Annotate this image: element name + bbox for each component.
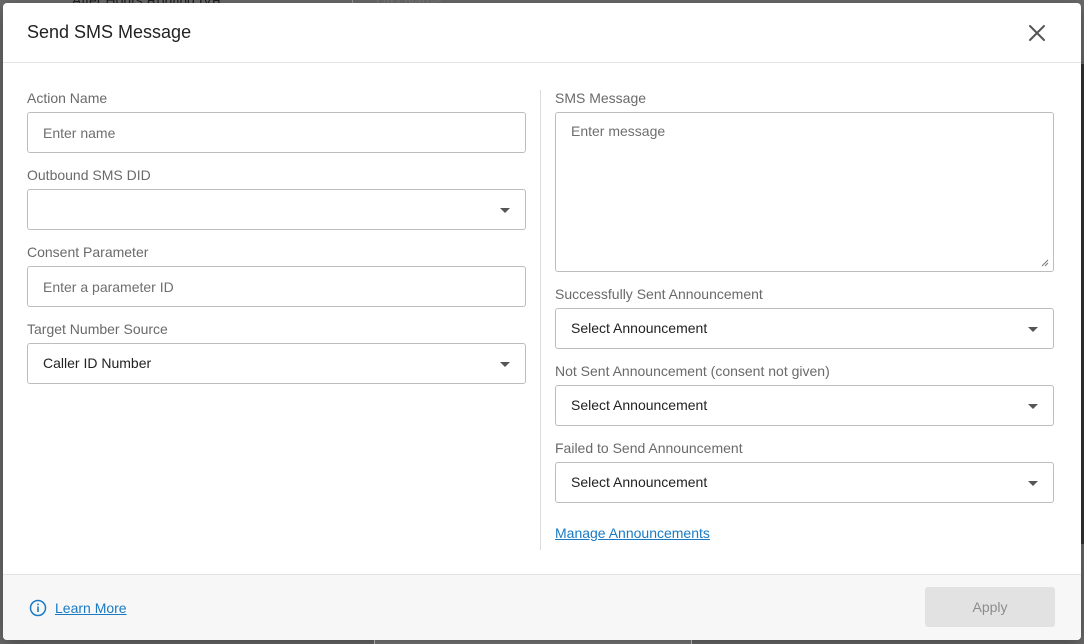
caret-down-icon	[1028, 404, 1038, 409]
caret-down-icon	[500, 208, 510, 213]
sms-message-wrap	[555, 112, 1054, 272]
not-sent-announcement-label: Not Sent Announcement (consent not given…	[555, 363, 830, 379]
dialog-title: Send SMS Message	[27, 22, 192, 42]
manage-announcements-link[interactable]: Manage Announcements	[555, 525, 710, 541]
not-sent-announcement-select[interactable]: Select Announcement	[555, 385, 1054, 426]
sms-message-label: SMS Message	[555, 90, 647, 106]
not-sent-announcement-group: Not Sent Announcement (consent not given…	[555, 361, 1055, 426]
caret-down-icon	[1028, 481, 1038, 486]
resize-handle-icon[interactable]	[1039, 257, 1049, 267]
consent-param-label: Consent Parameter	[27, 244, 149, 260]
not-sent-announcement-value: Select Announcement	[571, 397, 708, 413]
outbound-did-label: Outbound SMS DID	[27, 167, 151, 183]
close-button[interactable]	[1025, 21, 1049, 45]
column-divider	[540, 90, 541, 550]
info-icon	[29, 599, 47, 617]
target-source-group: Target Number Source Caller ID Number	[27, 319, 527, 384]
left-column: Action Name Outbound SMS DID Consent Par…	[27, 88, 527, 396]
sent-announcement-select[interactable]: Select Announcement	[555, 308, 1054, 349]
right-column: SMS Message Successfully Sent Announceme…	[555, 88, 1055, 543]
target-source-select[interactable]: Caller ID Number	[27, 343, 526, 384]
caret-down-icon	[500, 362, 510, 367]
sms-message-textarea[interactable]	[556, 113, 1053, 271]
sent-announcement-value: Select Announcement	[571, 320, 708, 336]
target-source-value: Caller ID Number	[43, 355, 152, 371]
failed-announcement-label: Failed to Send Announcement	[555, 440, 743, 456]
apply-button[interactable]: Apply	[925, 587, 1055, 627]
sms-message-group: SMS Message	[555, 88, 1055, 272]
caret-down-icon	[1028, 327, 1038, 332]
send-sms-dialog: Send SMS Message Action Name Outbound SM…	[3, 3, 1081, 640]
consent-param-input[interactable]	[27, 266, 526, 307]
sent-announcement-label: Successfully Sent Announcement	[555, 286, 763, 302]
outbound-did-group: Outbound SMS DID	[27, 165, 527, 230]
action-name-input[interactable]	[27, 112, 526, 153]
dialog-body: Action Name Outbound SMS DID Consent Par…	[3, 64, 1081, 575]
failed-announcement-value: Select Announcement	[571, 474, 708, 490]
action-name-label: Action Name	[27, 90, 108, 106]
close-icon	[1029, 25, 1045, 41]
failed-announcement-group: Failed to Send Announcement Select Annou…	[555, 438, 1055, 503]
consent-param-group: Consent Parameter	[27, 242, 527, 307]
sent-announcement-group: Successfully Sent Announcement Select An…	[555, 284, 1055, 349]
outbound-did-select[interactable]	[27, 189, 526, 230]
learn-more-link-group[interactable]: Learn More	[29, 599, 127, 617]
learn-more-link[interactable]: Learn More	[55, 600, 127, 616]
action-name-group: Action Name	[27, 88, 527, 153]
failed-announcement-select[interactable]: Select Announcement	[555, 462, 1054, 503]
target-source-label: Target Number Source	[27, 321, 168, 337]
dialog-header: Send SMS Message	[3, 3, 1081, 63]
dialog-footer: Learn More Apply	[3, 574, 1081, 640]
